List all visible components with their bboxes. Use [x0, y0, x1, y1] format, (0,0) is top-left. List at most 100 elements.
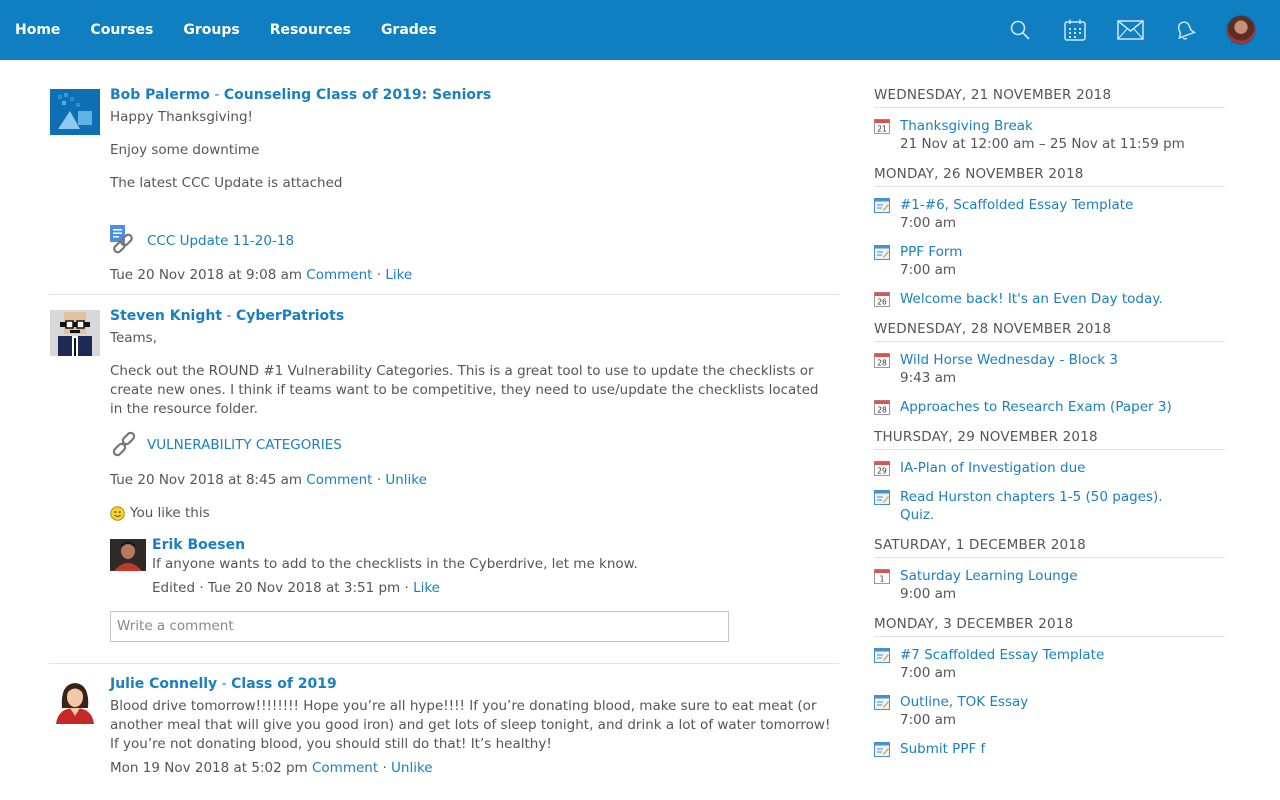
nav-groups[interactable]: Groups	[168, 0, 254, 60]
post-text: The latest CCC Update is attached	[110, 175, 343, 191]
event-title-link[interactable]: Saturday Learning Lounge	[900, 567, 1225, 585]
post-date: Tue 20 Nov 2018 at 8:45 am	[110, 472, 302, 488]
day-heading: Monday, 3 December 2018	[874, 614, 1225, 637]
attachment: CCC Update 11-20-18	[110, 225, 839, 257]
search-icon[interactable]	[1006, 16, 1034, 44]
svg-text:26: 26	[877, 298, 887, 307]
activity-feed: Bob Palermo - Counseling Class of 2019: …	[49, 60, 839, 787]
feed-post: Julie Connelly - Class of 2019 Blood dri…	[49, 664, 839, 787]
meta-separator: ·	[372, 472, 386, 488]
feed-post: Steven Knight - CyberPatriots Teams, Che…	[49, 295, 839, 664]
nav-icon-group	[979, 0, 1256, 60]
like-link[interactable]: Like	[385, 267, 412, 283]
event-title-link[interactable]: Thanksgiving Break	[900, 117, 1225, 135]
post-group[interactable]: Counseling Class of 2019: Seniors	[224, 87, 491, 103]
upcoming-event: 29 IA-Plan of Investigation due	[874, 459, 1225, 477]
assignment-icon	[874, 695, 890, 710]
event-title-link[interactable]: #1-#6, Scaffolded Essay Template	[900, 196, 1225, 214]
author-separator: -	[222, 308, 236, 324]
post-text: Enjoy some downtime	[110, 142, 260, 158]
like-link[interactable]: Like	[413, 580, 440, 596]
event-time: 9:43 am	[900, 370, 957, 386]
event-title-link[interactable]: PPF Form	[900, 243, 1225, 261]
upcoming-sidebar: Wednesday, 21 November 2018 21 Thanksgivin…	[874, 85, 1225, 769]
svg-text:28: 28	[877, 406, 887, 415]
upcoming-event: #1-#6, Scaffolded Essay Template 7:00 am	[874, 196, 1225, 232]
reply-date: Tue 20 Nov 2018 at 3:51 pm	[207, 580, 401, 596]
unlike-link[interactable]: Unlike	[385, 472, 427, 488]
event-title-link[interactable]: #7 Scaffolded Essay Template	[900, 646, 1225, 664]
document-link-icon	[110, 225, 142, 257]
calendar-event-icon: 29	[874, 461, 890, 476]
event-title-link[interactable]: Wild Horse Wednesday - Block 3	[900, 351, 1225, 369]
comment-link[interactable]: Comment	[306, 472, 372, 488]
post-meta: Tue 20 Nov 2018 at 9:08 am Comment · Lik…	[110, 266, 839, 284]
upcoming-event: PPF Form 7:00 am	[874, 243, 1225, 279]
upcoming-event: 21 Thanksgiving Break 21 Nov at 12:00 am –…	[874, 117, 1225, 153]
day-heading: Monday, 26 November 2018	[874, 164, 1225, 187]
upcoming-event: #7 Scaffolded Essay Template 7:00 am	[874, 646, 1225, 682]
main-nav: Home Courses Groups Resources Grades	[0, 0, 452, 60]
post-group[interactable]: CyberPatriots	[236, 308, 344, 324]
calendar-event-icon: 28	[874, 400, 890, 415]
upcoming-event: Outline, TOK Essay 7:00 am	[874, 693, 1225, 729]
meta-separator: ·	[400, 580, 414, 596]
attachment-link[interactable]: VULNERABILITY CATEGORIES	[147, 437, 342, 453]
nav-home[interactable]: Home	[0, 0, 75, 60]
event-title-link[interactable]: IA-Plan of Investigation due	[900, 459, 1225, 477]
assignment-icon	[874, 648, 890, 663]
day-group: Monday, 26 November 2018 #1-#6, Scaffolde…	[874, 164, 1225, 308]
attachment-link[interactable]: CCC Update 11-20-18	[147, 233, 294, 249]
day-group: Wednesday, 21 November 2018 21 Thanksgivin…	[874, 85, 1225, 153]
event-title-link[interactable]: Submit PPF f	[900, 740, 1225, 758]
upcoming-event: Read Hurston chapters 1-5 (50 pages). Qu…	[874, 488, 1225, 524]
calendar-icon[interactable]	[1061, 16, 1089, 44]
upcoming-event: 28 Approaches to Research Exam (Paper 3)	[874, 398, 1225, 416]
comment-input[interactable]: Write a comment	[110, 611, 729, 642]
author-separator: -	[217, 676, 232, 692]
post-group[interactable]: Class of 2019	[231, 676, 337, 692]
event-time: 21 Nov at 12:00 am – 25 Nov at 11:59 pm	[900, 136, 1185, 152]
svg-text:1: 1	[880, 575, 885, 584]
feed-post: Bob Palermo - Counseling Class of 2019: …	[49, 60, 839, 295]
upcoming-event: Submit PPF f	[874, 740, 1225, 758]
post-text: Check out the ROUND #1 Vulnerability Cat…	[110, 363, 819, 417]
reply-author[interactable]: Erik Boesen	[152, 537, 245, 553]
comment-link[interactable]: Comment	[312, 760, 378, 776]
event-time: 7:00 am	[900, 665, 957, 681]
assignment-icon	[874, 742, 890, 757]
reply-avatar[interactable]	[110, 539, 146, 571]
day-heading: Thursday, 29 November 2018	[874, 427, 1225, 450]
nav-grades[interactable]: Grades	[366, 0, 452, 60]
post-author[interactable]: Bob Palermo	[110, 87, 210, 103]
event-title-link[interactable]: Approaches to Research Exam (Paper 3)	[900, 398, 1225, 416]
post-text: Teams,	[110, 330, 158, 346]
event-title-link[interactable]: Welcome back! It's an Even Day today.	[900, 290, 1225, 308]
mail-icon[interactable]	[1116, 16, 1144, 44]
meta-separator: ·	[372, 267, 386, 283]
reply-text: If anyone wants to add to the checklists…	[152, 556, 638, 572]
smiley-icon	[110, 505, 125, 521]
notifications-icon[interactable]	[1171, 16, 1199, 44]
post-text: Blood drive tomorrow!!!!!!!! Hope you’re…	[110, 698, 831, 752]
user-avatar[interactable]	[1226, 15, 1256, 45]
post-author[interactable]: Steven Knight	[110, 308, 222, 324]
assignment-icon	[874, 490, 890, 505]
day-group: Wednesday, 28 November 2018 28 Wild Horse …	[874, 319, 1225, 416]
group-avatar[interactable]	[50, 678, 100, 724]
meta-separator: ·	[195, 580, 208, 596]
event-title-link[interactable]: Outline, TOK Essay	[900, 693, 1225, 711]
post-author[interactable]: Julie Connelly	[110, 676, 217, 692]
group-avatar[interactable]	[50, 89, 100, 135]
event-title-link[interactable]: Read Hurston chapters 1-5 (50 pages). Qu…	[900, 488, 1170, 524]
unlike-link[interactable]: Unlike	[391, 760, 433, 776]
post-date: Mon 19 Nov 2018 at 5:02 pm	[110, 760, 308, 776]
group-avatar[interactable]	[50, 310, 100, 356]
calendar-event-icon: 1	[874, 569, 890, 584]
comment-link[interactable]: Comment	[306, 267, 372, 283]
nav-resources[interactable]: Resources	[255, 0, 366, 60]
nav-courses[interactable]: Courses	[75, 0, 168, 60]
upcoming-event: 28 Wild Horse Wednesday - Block 3 9:43 am	[874, 351, 1225, 387]
post-text: Happy Thanksgiving!	[110, 109, 253, 125]
upcoming-event: 26 Welcome back! It's an Even Day today.	[874, 290, 1225, 308]
